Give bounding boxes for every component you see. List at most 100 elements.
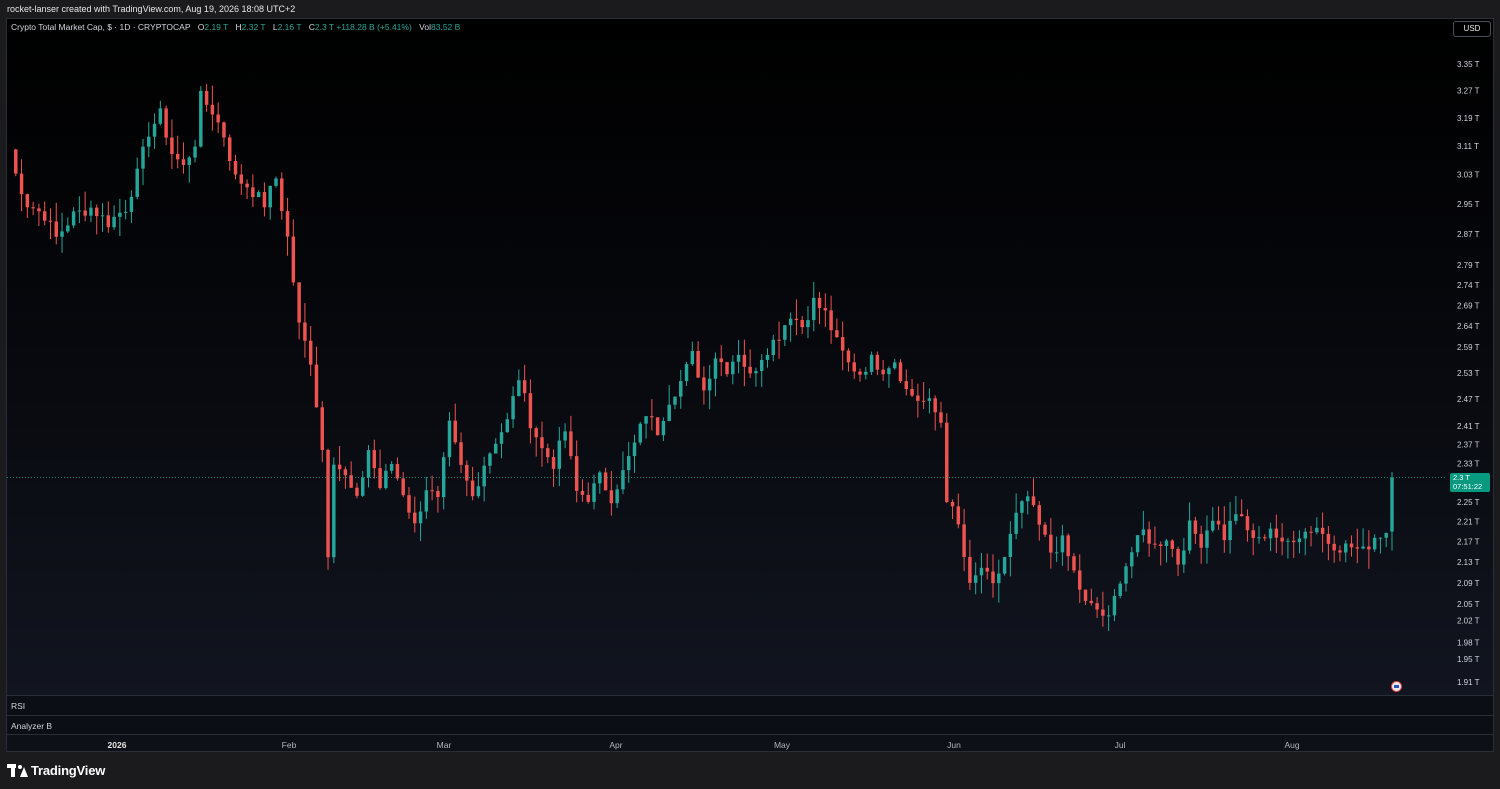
candle-body bbox=[1390, 477, 1394, 532]
candle-body bbox=[430, 490, 434, 492]
candle-body bbox=[592, 483, 596, 502]
analyzer-pane[interactable]: Analyzer B bbox=[7, 716, 1493, 734]
candle-body bbox=[326, 449, 330, 558]
candle-body bbox=[1078, 570, 1082, 590]
candle-body bbox=[621, 470, 625, 490]
price-axis-label: 1.98 T bbox=[1457, 638, 1480, 647]
candle-body bbox=[823, 308, 828, 311]
candle-body bbox=[488, 453, 492, 466]
price-axis-label: 3.19 T bbox=[1457, 114, 1480, 123]
candle-body bbox=[343, 469, 348, 476]
candle-body bbox=[650, 416, 654, 418]
candle-body bbox=[1037, 505, 1041, 525]
chart-area[interactable]: 3.35 T 3.27 T 3.19 T 3.11 T 3.03 T 2.95 T 2.87… bbox=[6, 18, 1494, 752]
candle-body bbox=[106, 215, 111, 228]
candle-body bbox=[522, 380, 527, 394]
candle-body bbox=[1268, 528, 1273, 539]
candle-body bbox=[366, 450, 371, 478]
candle-body bbox=[771, 339, 776, 356]
candle-body bbox=[644, 416, 648, 424]
candle-body bbox=[42, 211, 47, 221]
candle-body bbox=[493, 443, 498, 454]
candle-body bbox=[470, 480, 475, 497]
candle-body bbox=[407, 495, 411, 513]
price-axis-label: 1.91 T bbox=[1457, 678, 1480, 687]
candle-body bbox=[517, 380, 521, 397]
price-axis-label: 2.17 T bbox=[1457, 538, 1480, 547]
candle-body bbox=[511, 396, 515, 420]
candle-body bbox=[175, 153, 180, 160]
candle-body bbox=[181, 159, 186, 165]
candle-body bbox=[1228, 520, 1232, 541]
candle-body bbox=[222, 122, 226, 138]
analyzer-label[interactable]: Analyzer B bbox=[11, 721, 52, 731]
currency-button[interactable]: USD bbox=[1453, 21, 1491, 37]
time-label: Jul bbox=[1114, 740, 1126, 750]
candle-body bbox=[77, 210, 82, 212]
candle-body bbox=[54, 221, 58, 237]
tradingview-logo[interactable]: TradingView bbox=[7, 763, 105, 778]
candle-body bbox=[355, 487, 359, 496]
candle-body bbox=[881, 369, 885, 375]
candle-body bbox=[89, 207, 93, 216]
candle-body bbox=[31, 207, 35, 209]
candle-body bbox=[1089, 600, 1094, 604]
candle-body bbox=[1014, 512, 1018, 534]
candle-body bbox=[1130, 552, 1134, 567]
last-price-label: 2.3 T 07:51:22 bbox=[1450, 473, 1490, 492]
candle-body bbox=[748, 366, 752, 374]
candle-body bbox=[251, 187, 255, 198]
candle-body bbox=[887, 368, 891, 375]
footer: TradingView bbox=[0, 752, 1500, 789]
candle-body bbox=[1054, 552, 1059, 554]
candle-body bbox=[1332, 543, 1336, 551]
price-axis-label: 2.21 T bbox=[1457, 518, 1480, 527]
candle-body bbox=[1384, 532, 1388, 538]
candle-body bbox=[904, 381, 909, 389]
candle-body bbox=[1106, 615, 1111, 617]
candle-body bbox=[424, 490, 429, 512]
candle-body bbox=[615, 489, 619, 504]
candle-body bbox=[892, 362, 897, 369]
candle-body bbox=[673, 396, 677, 405]
candle-body bbox=[609, 490, 614, 504]
candle-body bbox=[840, 337, 845, 351]
candle-body bbox=[603, 472, 608, 491]
candle-body bbox=[71, 211, 76, 226]
candle-body bbox=[1095, 603, 1099, 610]
price-chart[interactable]: 3.35 T 3.27 T 3.19 T 3.11 T 3.03 T 2.95 T 2.87… bbox=[7, 19, 1494, 696]
price-axis-label: 2.13 T bbox=[1457, 558, 1480, 567]
candle-body bbox=[1239, 514, 1244, 517]
candle-body bbox=[707, 378, 712, 391]
candle-body bbox=[997, 573, 1001, 584]
candle-body bbox=[1257, 537, 1261, 539]
rsi-pane[interactable]: RSI bbox=[7, 696, 1493, 715]
candle-body bbox=[164, 108, 168, 138]
change-value: +118.28 B (+5.41%) bbox=[336, 22, 412, 32]
candle-body bbox=[187, 157, 191, 165]
symbol-title[interactable]: Crypto Total Market Cap, $ · 1D · CRYPTO… bbox=[11, 22, 190, 32]
candle-body bbox=[337, 464, 342, 470]
us-flag-event-icon[interactable] bbox=[1391, 681, 1402, 692]
candle-body bbox=[285, 211, 290, 237]
candle-body bbox=[586, 494, 590, 502]
candle-body bbox=[945, 422, 949, 502]
candle-body bbox=[1176, 548, 1180, 565]
time-axis[interactable]: 2026 Feb Mar Apr May Jun Jul Aug bbox=[7, 734, 1493, 751]
candle-body bbox=[956, 506, 961, 525]
price-axis-label: 2.47 T bbox=[1457, 395, 1480, 404]
symbol-legend[interactable]: Crypto Total Market Cap, $ · 1D · CRYPTO… bbox=[11, 22, 460, 32]
candle-body bbox=[864, 371, 868, 375]
candle-body bbox=[1344, 543, 1348, 553]
high-value: 2.32 T bbox=[241, 22, 266, 32]
candle-body bbox=[927, 398, 932, 401]
candle-body bbox=[372, 450, 377, 469]
rsi-label[interactable]: RSI bbox=[11, 701, 25, 711]
candle-body bbox=[239, 174, 244, 184]
candle-body bbox=[985, 567, 989, 572]
candle-body bbox=[320, 407, 324, 450]
candle-body bbox=[991, 571, 995, 584]
price-axis-label: 2.64 T bbox=[1457, 322, 1480, 331]
last-price-value: 2.3 T bbox=[1453, 473, 1470, 482]
price-axis-label: 2.69 T bbox=[1457, 301, 1480, 310]
